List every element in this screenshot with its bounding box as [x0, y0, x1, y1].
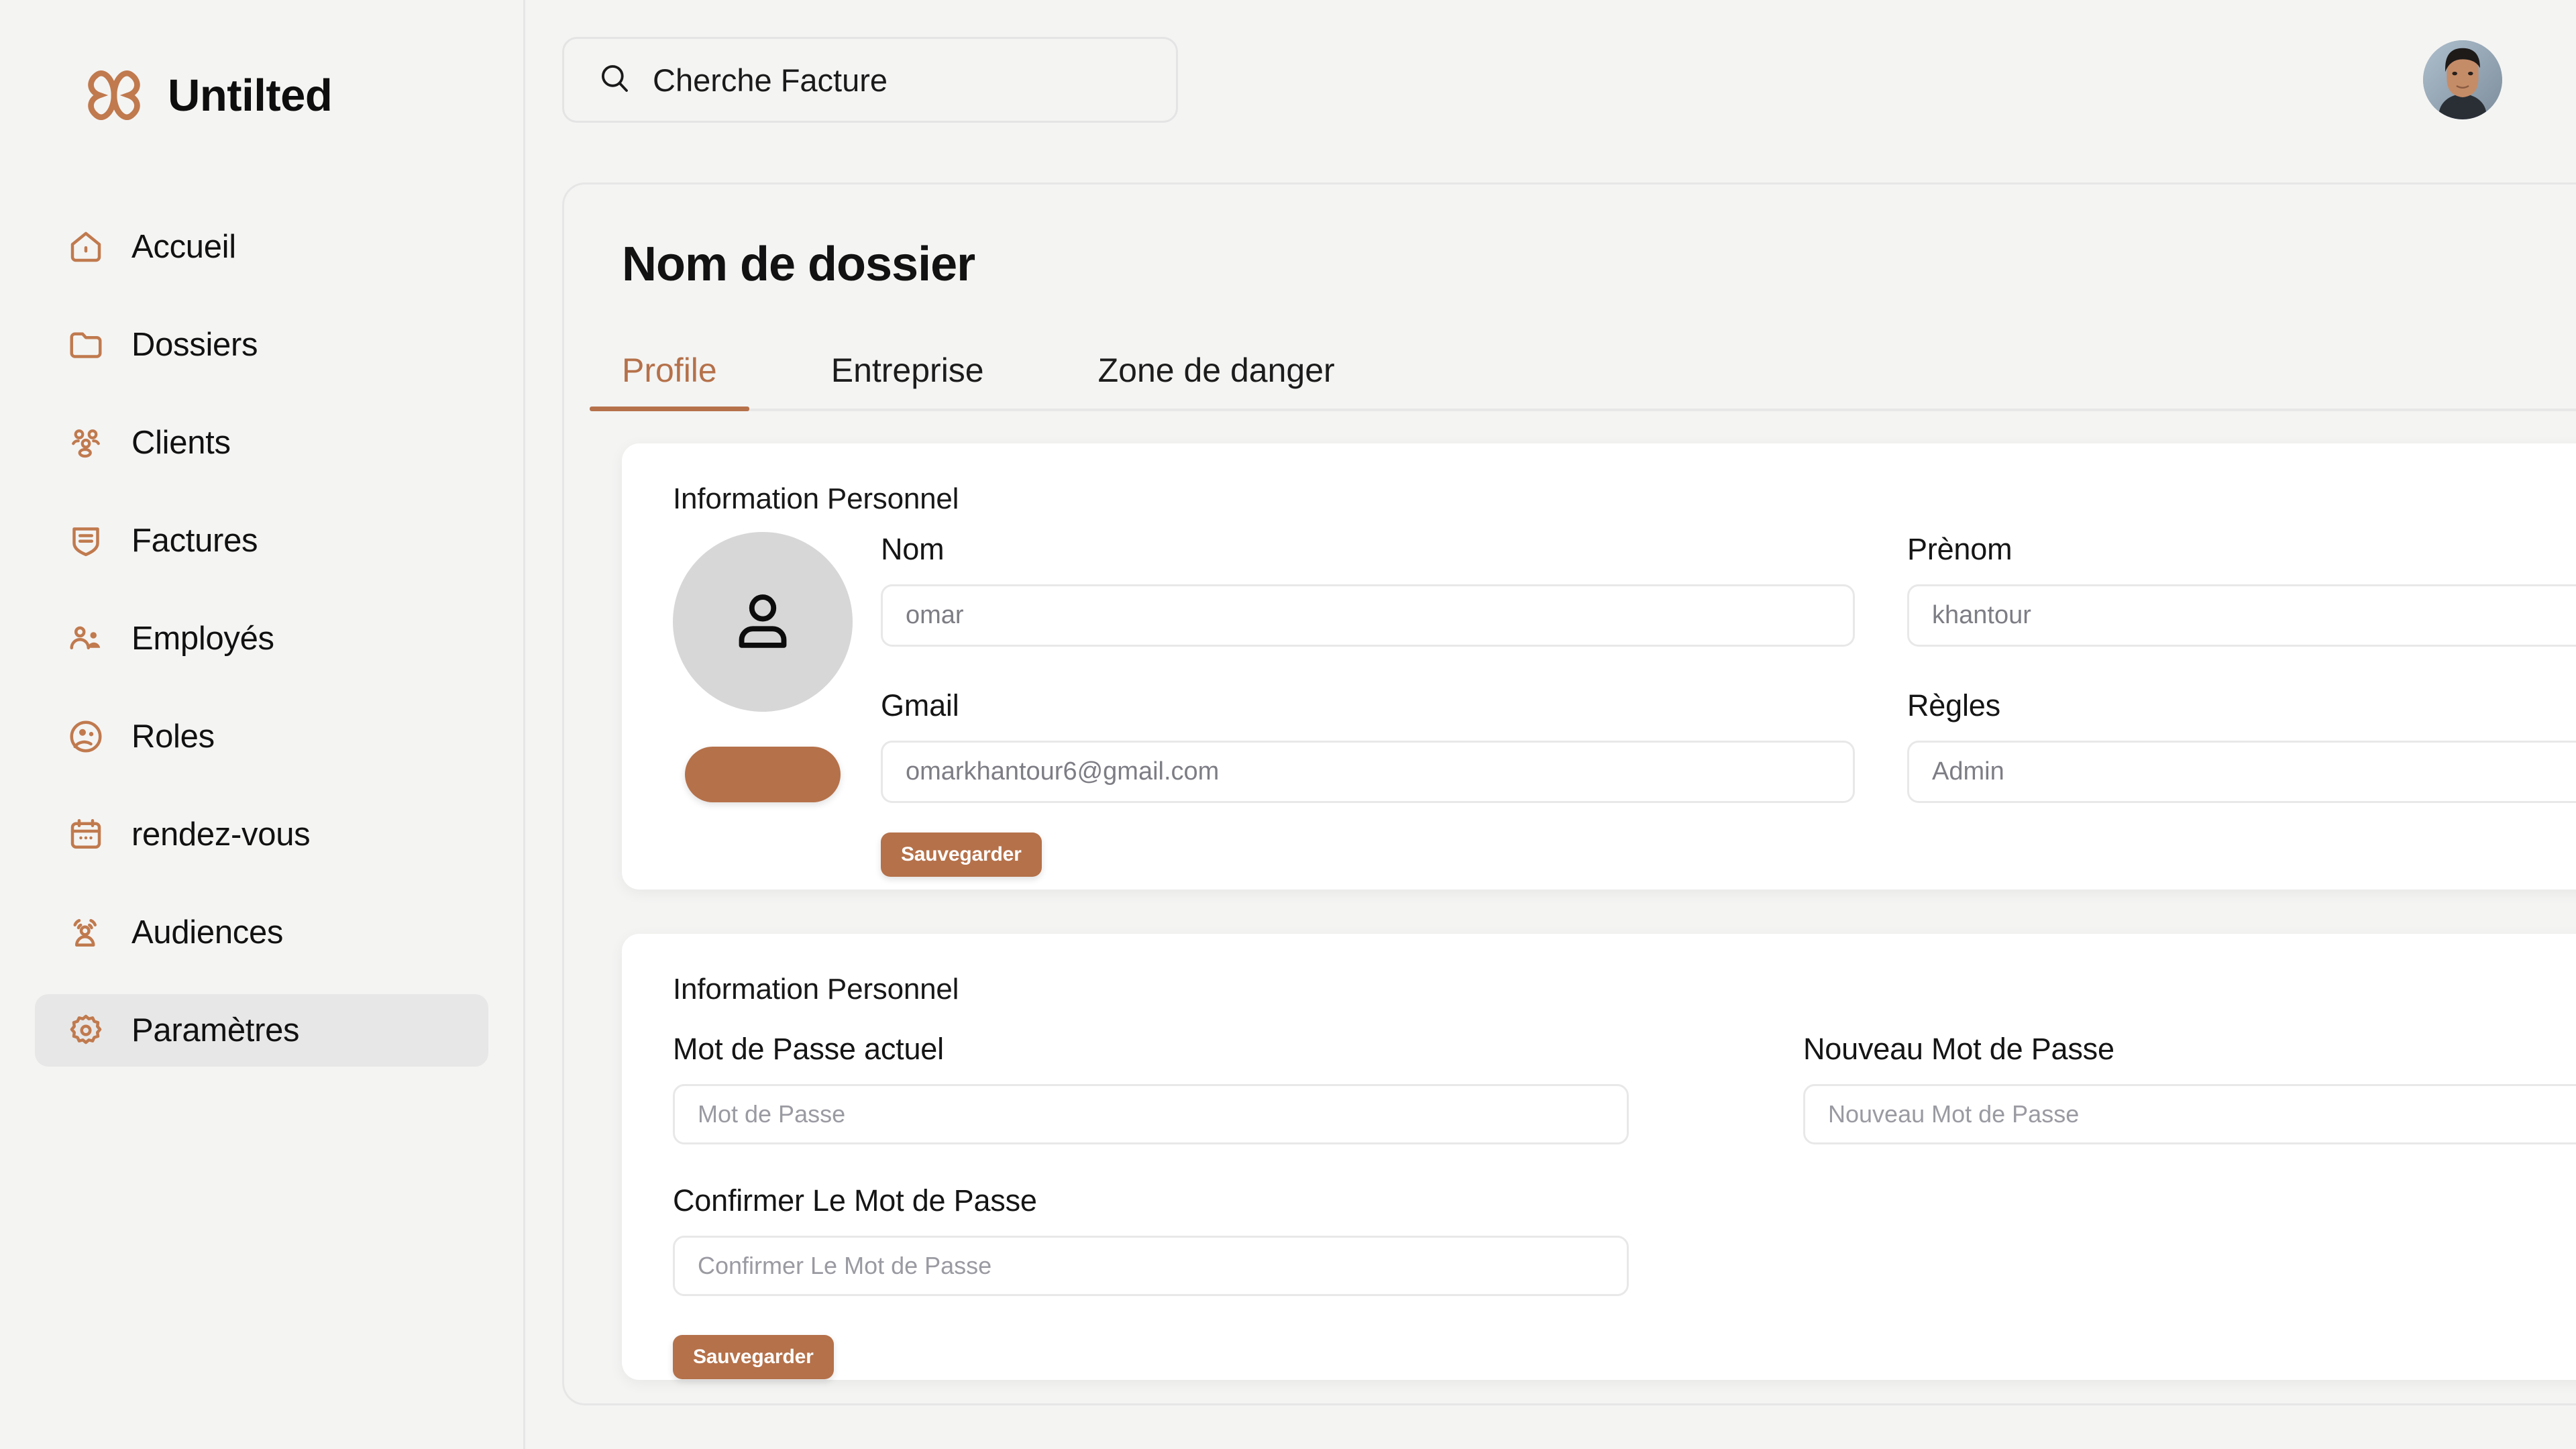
gmail-input-value: omarkhantour6@gmail.com	[906, 757, 1220, 786]
search-icon	[596, 60, 633, 100]
sidebar-item-label: Paramètres	[131, 1012, 300, 1049]
sidebar-item-roles[interactable]: Roles	[35, 700, 488, 773]
folder-icon	[64, 323, 107, 366]
brand-name: Untilted	[168, 70, 333, 121]
nom-input-value: omar	[906, 601, 964, 629]
profile-card-heading: Information Personnel	[673, 482, 959, 515]
nom-input[interactable]: omar	[881, 584, 1855, 647]
field-label-regles: Règles	[1907, 688, 2000, 722]
field-label-nom: Nom	[881, 532, 945, 566]
page-title: Nom de dossier	[622, 237, 975, 291]
sidebar-nav: Accueil Dossiers Clients Factures Employ…	[0, 211, 523, 1067]
search-input[interactable]: Cherche Facture	[562, 37, 1178, 123]
sidebar-item-label: Accueil	[131, 229, 236, 265]
field-label-new-password: Nouveau Mot de Passe	[1803, 1032, 2114, 1066]
main-content: Cherche Facture Nom de dossier Profile E…	[525, 0, 2576, 1449]
home-icon	[64, 225, 107, 268]
sidebar-item-parametres[interactable]: Paramètres	[35, 994, 488, 1067]
regles-input[interactable]: Admin	[1907, 741, 2576, 803]
sidebar-item-audiences[interactable]: Audiences	[35, 896, 488, 969]
field-label-current-password: Mot de Passe actuel	[673, 1032, 944, 1066]
sidebar-item-label: Clients	[131, 425, 231, 461]
profile-save-button[interactable]: Sauvegarder	[881, 833, 1042, 877]
sidebar-item-dossiers[interactable]: Dossiers	[35, 309, 488, 381]
field-prenom: Prènom khantour	[1907, 532, 2576, 647]
sidebar: Untilted Accueil Dossiers Clients Factur…	[0, 0, 525, 1449]
sidebar-item-label: Roles	[131, 718, 215, 755]
field-nom: Nom omar	[881, 532, 1855, 647]
gmail-input[interactable]: omarkhantour6@gmail.com	[881, 741, 1855, 803]
new-password-input[interactable]: Nouveau Mot de Passe	[1803, 1084, 2576, 1144]
profile-card: Information Personnel Nom omar Gmail oma…	[622, 443, 2576, 890]
field-label-gmail: Gmail	[881, 688, 959, 722]
tab-bar: Profile Entreprise Zone de danger	[590, 351, 2576, 411]
prenom-input[interactable]: khantour	[1907, 584, 2576, 647]
sidebar-item-clients[interactable]: Clients	[35, 407, 488, 479]
sidebar-item-label: rendez-vous	[131, 816, 311, 853]
sidebar-item-label: Dossiers	[131, 327, 258, 363]
tab-zone-de-danger[interactable]: Zone de danger	[1098, 351, 1335, 409]
calendar-icon	[64, 813, 107, 856]
gear-icon	[64, 1009, 107, 1052]
field-label-prenom: Prènom	[1907, 532, 2012, 566]
search-value: Cherche Facture	[653, 62, 888, 98]
prenom-input-value: khantour	[1932, 601, 2031, 629]
topbar: Cherche Facture	[525, 0, 2576, 123]
tab-entreprise[interactable]: Entreprise	[831, 351, 984, 409]
sidebar-item-employes[interactable]: Employés	[35, 602, 488, 675]
field-regles: Règles Admin	[1907, 688, 2576, 803]
brand[interactable]: Untilted	[0, 0, 523, 131]
user-avatar-photo-icon[interactable]	[2423, 40, 2502, 119]
field-gmail: Gmail omarkhantour6@gmail.com	[881, 688, 1855, 803]
confirm-password-input[interactable]: Confirmer Le Mot de Passe	[673, 1236, 1629, 1296]
invoice-shield-icon	[64, 519, 107, 562]
infinity-knot-logo-icon	[78, 59, 150, 131]
app-root: Untilted Accueil Dossiers Clients Factur…	[0, 0, 2576, 1449]
sidebar-item-label: Employés	[131, 621, 274, 657]
settings-panel: Nom de dossier Profile Entreprise Zone d…	[562, 182, 2576, 1405]
upload-photo-button[interactable]	[685, 747, 841, 802]
password-save-button[interactable]: Sauvegarder	[673, 1335, 834, 1379]
field-current-password: Mot de Passe actuel Mot de Passe	[673, 1032, 1629, 1144]
current-password-input[interactable]: Mot de Passe	[673, 1084, 1629, 1144]
sidebar-item-label: Audiences	[131, 914, 284, 951]
employee-icon	[64, 617, 107, 660]
role-badge-icon	[64, 715, 107, 758]
confirm-password-placeholder: Confirmer Le Mot de Passe	[698, 1252, 992, 1279]
new-password-placeholder: Nouveau Mot de Passe	[1828, 1100, 2080, 1128]
tab-profile[interactable]: Profile	[590, 351, 749, 411]
person-placeholder-icon	[723, 581, 802, 663]
audience-icon	[64, 911, 107, 954]
current-password-placeholder: Mot de Passe	[698, 1100, 846, 1128]
field-new-password: Nouveau Mot de Passe Nouveau Mot de Pass…	[1803, 1032, 2576, 1144]
field-label-confirm-password: Confirmer Le Mot de Passe	[673, 1183, 1037, 1218]
sidebar-item-rendez-vous[interactable]: rendez-vous	[35, 798, 488, 871]
password-card: Information Personnel Mot de Passe actue…	[622, 934, 2576, 1380]
avatar-placeholder[interactable]	[673, 532, 853, 712]
password-card-heading: Information Personnel	[673, 973, 959, 1006]
sidebar-item-label: Factures	[131, 523, 258, 559]
users-group-icon	[64, 421, 107, 464]
field-confirm-password: Confirmer Le Mot de Passe Confirmer Le M…	[673, 1183, 1629, 1296]
sidebar-item-accueil[interactable]: Accueil	[35, 211, 488, 283]
sidebar-item-factures[interactable]: Factures	[35, 504, 488, 577]
regles-input-value: Admin	[1932, 757, 2004, 786]
